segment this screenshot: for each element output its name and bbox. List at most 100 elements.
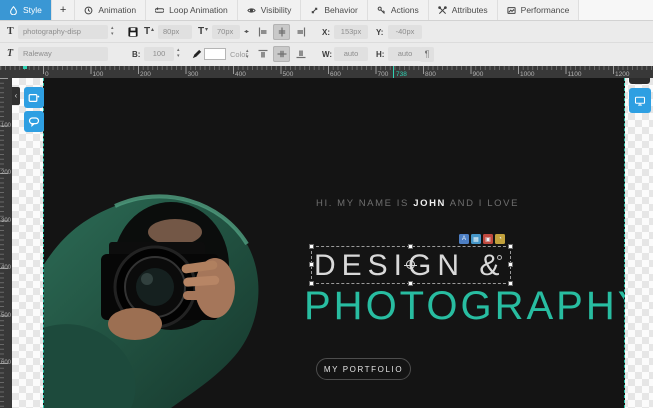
style-inspector: T photography-disp ▴ ▾ T▴ 80px T▾ 70px ◂…: [0, 21, 653, 66]
element-badges: A ▦ ▣ ◔: [459, 234, 505, 244]
resize-handle-e[interactable]: [508, 262, 513, 267]
weight-label: B:: [132, 50, 140, 59]
tab-animation-label: Animation: [98, 5, 136, 15]
v-ruler-label: 300: [1, 218, 11, 224]
tab-visibility-label: Visibility: [261, 5, 292, 15]
tab-visibility[interactable]: Visibility: [238, 0, 302, 20]
pen-icon: [192, 49, 202, 59]
text-badge-icon[interactable]: A: [459, 234, 469, 244]
v-ruler-label: 500: [1, 313, 11, 319]
tabbar-spacer: [579, 0, 653, 20]
font-family-select[interactable]: Raleway: [18, 47, 108, 61]
top-right-panel-handle[interactable]: [629, 78, 650, 84]
valign-bottom-button[interactable]: [292, 46, 309, 62]
chevron-left-icon: ‹: [15, 91, 18, 100]
tools-icon: [438, 6, 447, 15]
rotation-handle[interactable]: [497, 255, 502, 260]
photographer-photo: [43, 116, 328, 408]
valign-top-button[interactable]: [254, 46, 271, 62]
v-ruler-label: 200: [1, 170, 11, 176]
valign-middle-button[interactable]: [273, 46, 290, 62]
h-field[interactable]: auto: [388, 47, 422, 61]
v-ruler-label: 400: [1, 265, 11, 271]
valign-top-icon: [258, 49, 268, 59]
photography-heading: PHOTOGRAPHY: [304, 284, 625, 329]
tab-loop-animation-label: Loop Animation: [169, 5, 228, 15]
tab-add[interactable]: +: [52, 0, 75, 20]
grid-badge-icon[interactable]: ▦: [471, 234, 481, 244]
tab-attributes-label: Attributes: [452, 5, 488, 15]
align-right-button[interactable]: [292, 24, 309, 40]
speech-bubble-icon: [28, 116, 40, 128]
resize-handle-ne[interactable]: [508, 244, 513, 249]
h-ruler-label: 500: [283, 71, 294, 78]
inspector-row-2: T Raleway B: 100 ▴ ▾ Color ▴ ▾: [0, 43, 653, 66]
tab-style[interactable]: Style: [0, 0, 52, 20]
horizontal-axis-icon: ◂▸: [244, 28, 248, 35]
intro-heading: HI. MY NAME IS JOHN AND I LOVE: [316, 198, 519, 209]
arrow-down-icon: ▾: [246, 54, 249, 60]
h-ruler-label: 1200: [615, 71, 629, 78]
tab-actions-label: Actions: [391, 5, 419, 15]
resize-handle-n[interactable]: [408, 244, 413, 249]
v-ruler-label: 600: [1, 360, 11, 366]
line-height-field[interactable]: 70px: [212, 25, 240, 39]
x-field[interactable]: 153px: [334, 25, 368, 39]
intro-pre: HI. MY NAME IS: [316, 198, 413, 209]
intro-post: AND I LOVE: [446, 198, 519, 209]
tab-performance[interactable]: Performance: [498, 0, 580, 20]
weight-stepper[interactable]: ▴ ▾: [177, 47, 180, 59]
x-label: X:: [322, 28, 330, 37]
w-field[interactable]: auto: [334, 47, 368, 61]
h-label: H:: [376, 50, 384, 59]
tab-loop-animation[interactable]: Loop Animation: [146, 0, 238, 20]
weight-field[interactable]: 100: [144, 47, 174, 61]
selected-text-element[interactable]: DESIGN &: [311, 246, 511, 284]
h-ruler-label: 800: [425, 71, 436, 78]
design-stage[interactable]: HI. MY NAME IS JOHN AND I LOVE A ▦ ▣ ◔ D…: [43, 78, 625, 408]
h-ruler-label: 200: [140, 71, 151, 78]
horizontal-ruler[interactable]: 0100200300400500600700800900100011001200: [0, 66, 653, 78]
collapse-handle[interactable]: ‹: [12, 87, 20, 105]
stepper-down-icon: ▾: [111, 31, 114, 37]
comment-button[interactable]: [24, 111, 44, 132]
shape-badge-icon[interactable]: ▣: [483, 234, 493, 244]
h-ruler-label: 700: [378, 71, 389, 78]
add-asset-button[interactable]: [24, 87, 44, 108]
tab-style-label: Style: [23, 5, 42, 15]
tab-attributes[interactable]: Attributes: [429, 0, 498, 20]
align-left-button[interactable]: [254, 24, 271, 40]
tab-behavior[interactable]: Behavior: [301, 0, 368, 20]
vertical-ruler[interactable]: 100200300400500600: [0, 78, 12, 408]
add-image-icon: [28, 92, 40, 104]
font-style-select[interactable]: photography-disp: [18, 25, 108, 39]
key-icon: [377, 6, 386, 15]
canvas-pasteboard[interactable]: HI. MY NAME IS JOHN AND I LOVE A ▦ ▣ ◔ D…: [12, 78, 653, 408]
text-color-swatch[interactable]: [204, 48, 226, 60]
tab-actions[interactable]: Actions: [368, 0, 429, 20]
resize-handle-w[interactable]: [309, 262, 314, 267]
text-color-pen-button[interactable]: [188, 46, 205, 62]
ink-drop-icon: [9, 6, 18, 15]
font-size-field[interactable]: 80px: [158, 25, 192, 39]
floppy-disk-icon: [128, 27, 138, 37]
paragraph-settings-button[interactable]: ¶: [420, 47, 434, 62]
font-style-stepper[interactable]: ▴ ▾: [111, 25, 114, 37]
paragraph-icon: ¶: [425, 49, 430, 59]
h-ruler-label: 400: [235, 71, 246, 78]
save-style-button[interactable]: [124, 24, 141, 40]
valign-middle-icon: [277, 49, 287, 59]
align-center-button[interactable]: [273, 24, 290, 40]
plus-icon: +: [60, 4, 66, 16]
y-field[interactable]: -40px: [388, 25, 422, 39]
portfolio-cta-button[interactable]: MY PORTFOLIO: [316, 358, 411, 380]
transform-origin-crosshair[interactable]: [406, 260, 415, 269]
preview-device-button[interactable]: [629, 88, 651, 113]
font-family-icon: T: [7, 48, 13, 59]
clock-icon: [84, 6, 93, 15]
loop-icon: [155, 6, 164, 15]
resize-handle-nw[interactable]: [309, 244, 314, 249]
tab-animation[interactable]: Animation: [75, 0, 146, 20]
timer-badge-icon[interactable]: ◔: [495, 234, 505, 244]
ruler-cursor-label: 738: [396, 71, 407, 78]
